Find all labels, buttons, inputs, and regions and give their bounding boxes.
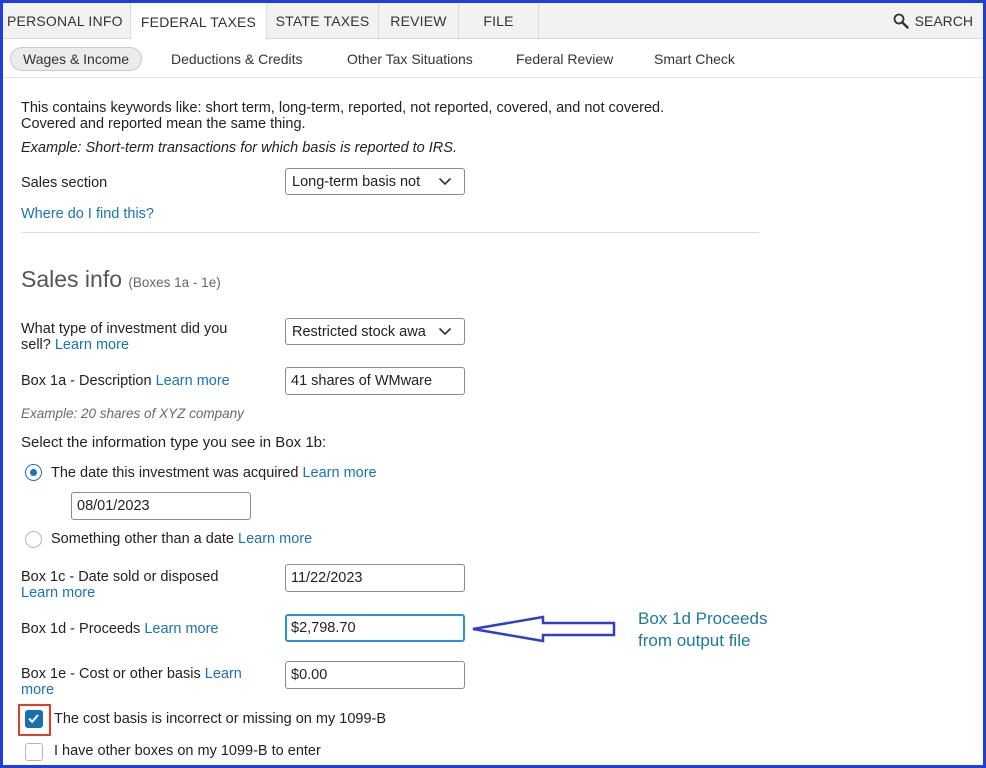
box1e-learn-more-link-2[interactable]: more (21, 682, 54, 698)
sales-info-heading: Sales info (Boxes 1a - 1e) (21, 266, 221, 296)
radio-date-label: The date this investment was acquired (51, 465, 299, 481)
subtab-label: Other Tax Situations (347, 51, 473, 67)
window-frame: PERSONAL INFO FEDERAL TAXES STATE TAXES … (0, 0, 986, 768)
subtab-label: Federal Review (516, 51, 614, 67)
tab-label: FILE (483, 13, 514, 29)
box1b-prompt: Select the information type you see in B… (21, 434, 327, 451)
radio-other-than-date[interactable] (25, 531, 42, 548)
box1c-date-sold-input[interactable]: 11/22/2023 (285, 564, 465, 592)
cost-basis-incorrect-label: The cost basis is incorrect or missing o… (54, 711, 387, 727)
investment-type-sell: sell? (21, 337, 51, 353)
search-button[interactable]: SEARCH (893, 3, 973, 39)
divider (21, 232, 759, 233)
sub-nav: Wages & Income Deductions & Credits Othe… (3, 40, 983, 78)
box1a-label-row: Box 1a - Description Learn more (21, 373, 230, 389)
box1d-label-row: Box 1d - Proceeds Learn more (21, 621, 218, 637)
subtab-federal-review[interactable]: Federal Review (516, 47, 613, 71)
subtab-label: Wages & Income (23, 51, 130, 67)
box1d-learn-more-link[interactable]: Learn more (144, 621, 218, 637)
top-nav: PERSONAL INFO FEDERAL TAXES STATE TAXES … (3, 3, 983, 40)
sales-info-title: Sales info (21, 266, 123, 292)
tab-label: REVIEW (390, 13, 447, 29)
tab-review[interactable]: REVIEW (379, 3, 459, 39)
chevron-down-icon (432, 327, 458, 336)
date-learn-more-link[interactable]: Learn more (302, 465, 376, 481)
arrow-left-icon (472, 615, 616, 643)
box1c-learn-more-link[interactable]: Learn more (21, 585, 95, 601)
subtab-label: Deductions & Credits (171, 51, 303, 67)
other-learn-more-link[interactable]: Learn more (238, 531, 312, 547)
tab-federal-taxes[interactable]: FEDERAL TAXES (131, 3, 267, 40)
box1e-learn-more-link-1[interactable]: Learn (205, 666, 242, 682)
search-label: SEARCH (914, 13, 973, 29)
other-boxes-checkbox[interactable] (25, 743, 43, 761)
intro-line-1: This contains keywords like: short term,… (21, 100, 665, 116)
subtab-wages-income[interactable]: Wages & Income (10, 47, 143, 71)
box1a-label: Box 1a - Description (21, 373, 152, 389)
other-boxes-label: I have other boxes on my 1099-B to enter (54, 743, 321, 759)
tab-file[interactable]: FILE (459, 3, 539, 39)
tab-state-taxes[interactable]: STATE TAXES (267, 3, 379, 39)
radio-other-label: Something other than a date (51, 531, 234, 547)
investment-type-label-2: sell? Learn more (21, 337, 129, 353)
intro-example: Example: Short-term transactions for whi… (21, 140, 457, 156)
radio-date-label-row: The date this investment was acquired Le… (51, 465, 377, 481)
subtab-other-tax-situations[interactable]: Other Tax Situations (347, 47, 473, 71)
radio-other-label-row: Something other than a date Learn more (51, 531, 312, 547)
chevron-down-icon (432, 177, 458, 186)
box1e-cost-basis-input[interactable]: $0.00 (285, 661, 465, 689)
radio-date-acquired[interactable] (25, 464, 42, 481)
annotation-line-2: from output file (638, 631, 751, 650)
investment-type-label-1: What type of investment did you (21, 321, 228, 337)
sales-info-subheading: (Boxes 1a - 1e) (128, 275, 221, 290)
box1d-proceeds-input[interactable]: $2,798.70 (285, 614, 465, 642)
sales-section-label: Sales section (21, 175, 108, 191)
tab-personal-info[interactable]: PERSONAL INFO (3, 3, 131, 39)
tab-label: STATE TAXES (275, 13, 370, 29)
investment-type-select[interactable]: Restricted stock awa (285, 318, 465, 345)
sales-section-select[interactable]: Long-term basis not (285, 168, 465, 195)
search-icon (893, 13, 909, 29)
box1a-learn-more-link[interactable]: Learn more (156, 373, 230, 389)
intro-line-2: Covered and reported mean the same thing… (21, 116, 306, 132)
investment-type-value: Restricted stock awa (292, 323, 426, 340)
box1e-label: Box 1e - Cost or other basis (21, 666, 201, 682)
subtab-deductions-credits[interactable]: Deductions & Credits (171, 47, 303, 71)
subtab-smart-check[interactable]: Smart Check (654, 47, 735, 71)
sales-section-value: Long-term basis not (292, 173, 421, 190)
subtab-label: Smart Check (654, 51, 735, 67)
tab-label: PERSONAL INFO (7, 13, 123, 29)
tab-label: FEDERAL TAXES (140, 13, 257, 30)
box1d-label: Box 1d - Proceeds (21, 621, 141, 637)
box1e-label-row: Box 1e - Cost or other basis Learn (21, 666, 242, 682)
box1a-description-input[interactable]: 41 shares of WMware (285, 367, 465, 395)
check-icon (28, 714, 39, 724)
annotation-line-1: Box 1d Proceeds (638, 609, 768, 628)
box1a-example: Example: 20 shares of XYZ company (21, 406, 244, 421)
cost-basis-incorrect-checkbox[interactable] (25, 710, 43, 728)
investment-learn-more-link[interactable]: Learn more (55, 337, 129, 353)
date-acquired-input[interactable]: 08/01/2023 (71, 492, 251, 520)
where-find-link[interactable]: Where do I find this? (21, 206, 154, 222)
box1c-label: Box 1c - Date sold or disposed (21, 569, 219, 585)
